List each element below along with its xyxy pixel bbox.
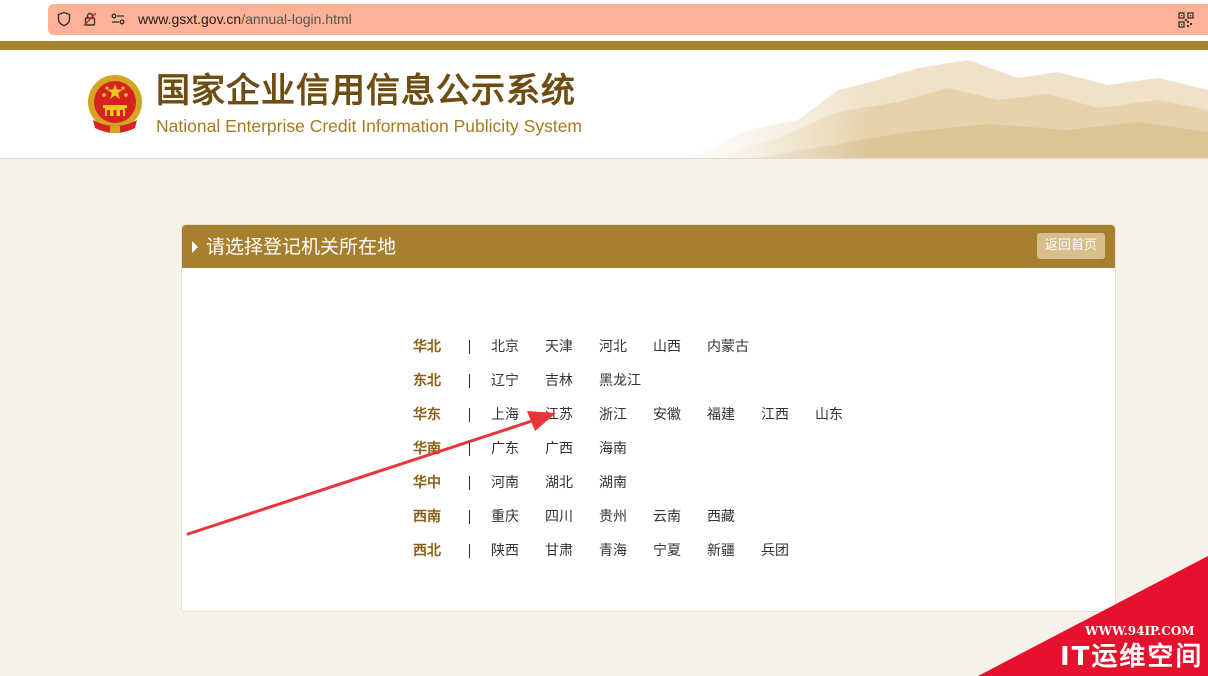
region-divider <box>469 374 470 388</box>
qr-code-icon[interactable] <box>1178 12 1194 28</box>
site-title-en: National Enterprise Credit Information P… <box>156 116 583 136</box>
region-name: 华南 <box>413 441 441 457</box>
province-link[interactable]: 重庆 <box>491 507 545 527</box>
province-link[interactable]: 广西 <box>545 439 599 459</box>
province-link[interactable]: 浙江 <box>599 405 653 425</box>
region-divider <box>469 510 470 524</box>
region-divider <box>469 544 470 558</box>
province-link[interactable]: 辽宁 <box>491 371 545 391</box>
url-host: www.gsxt.gov.cn <box>138 11 242 27</box>
region-name: 西南 <box>413 509 441 525</box>
site-title-cn: 国家企业信用信息公示系统 <box>156 71 576 111</box>
province-link[interactable]: 吉林 <box>545 371 599 391</box>
province-link[interactable]: 山西 <box>653 337 707 357</box>
province-link[interactable]: 甘肃 <box>545 541 599 561</box>
province-link[interactable]: 江苏 <box>545 405 599 425</box>
region-divider <box>469 476 470 490</box>
province-link[interactable]: 安徽 <box>653 405 707 425</box>
lock-icon[interactable] <box>82 11 98 27</box>
panel-title: 请选择登记机关所在地 <box>206 236 397 258</box>
province-link[interactable]: 内蒙古 <box>707 337 761 357</box>
province-link[interactable]: 福建 <box>707 405 761 425</box>
province-link[interactable]: 山东 <box>815 405 869 425</box>
shield-icon[interactable] <box>56 11 72 27</box>
region-row: 西北 陕西 甘肃 青海 宁夏 新疆 兵团 <box>413 541 815 561</box>
watermark-brand: IT运维空间 <box>1060 642 1204 672</box>
region-name: 华东 <box>413 407 441 423</box>
province-link[interactable]: 兵团 <box>761 541 815 561</box>
region-name: 东北 <box>413 373 441 389</box>
province-link[interactable]: 河南 <box>491 473 545 493</box>
province-link[interactable]: 海南 <box>599 439 653 459</box>
province-link[interactable]: 天津 <box>545 337 599 357</box>
caret-right-icon <box>192 241 198 253</box>
region-row: 华北 北京 天津 河北 山西 内蒙古 <box>413 337 761 357</box>
watermark-url: WWW.94IP.COM <box>1085 624 1195 638</box>
header-gold-strip <box>0 41 1208 50</box>
browser-toolbar: www.gsxt.gov.cn/annual-login.html <box>0 0 1208 41</box>
url-path: /annual-login.html <box>241 11 352 27</box>
province-link[interactable]: 湖南 <box>599 473 653 493</box>
province-link[interactable]: 江西 <box>761 405 815 425</box>
province-link[interactable]: 宁夏 <box>653 541 707 561</box>
province-link[interactable]: 新疆 <box>707 541 761 561</box>
province-link[interactable]: 西藏 <box>707 507 761 527</box>
back-home-button[interactable]: 返回首页 <box>1036 233 1105 259</box>
region-row: 华中 河南 湖北 湖南 <box>413 473 653 493</box>
region-row: 西南 重庆 四川 贵州 云南 西藏 <box>413 507 761 527</box>
province-link[interactable]: 广东 <box>491 439 545 459</box>
region-divider <box>469 442 470 456</box>
province-link[interactable]: 青海 <box>599 541 653 561</box>
region-row: 东北 辽宁 吉林 黑龙江 <box>413 371 653 391</box>
region-divider <box>469 408 470 422</box>
region-row: 华南 广东 广西 海南 <box>413 439 653 459</box>
province-link[interactable]: 黑龙江 <box>599 371 653 391</box>
national-emblem-icon <box>88 75 142 133</box>
url-text[interactable]: www.gsxt.gov.cn/annual-login.html <box>138 10 352 28</box>
region-name: 华北 <box>413 339 441 355</box>
region-divider <box>469 340 470 354</box>
panel-header: 请选择登记机关所在地 返回首页 <box>182 225 1115 268</box>
region-name: 西北 <box>413 543 441 559</box>
permissions-icon[interactable] <box>110 11 126 27</box>
province-link[interactable]: 河北 <box>599 337 653 357</box>
province-link[interactable]: 贵州 <box>599 507 653 527</box>
province-link[interactable]: 云南 <box>653 507 707 527</box>
province-link[interactable]: 北京 <box>491 337 545 357</box>
site-header: 国家企业信用信息公示系统 National Enterprise Credit … <box>0 50 1208 159</box>
mountain-landscape-decoration <box>688 50 1208 158</box>
province-link[interactable]: 上海 <box>491 405 545 425</box>
address-bar[interactable]: www.gsxt.gov.cn/annual-login.html <box>48 4 1208 35</box>
region-name: 华中 <box>413 475 441 491</box>
province-link[interactable]: 陕西 <box>491 541 545 561</box>
province-link[interactable]: 湖北 <box>545 473 599 493</box>
province-link[interactable]: 四川 <box>545 507 599 527</box>
region-row: 华东 上海 江苏 浙江 安徽 福建 江西 山东 <box>413 405 869 425</box>
